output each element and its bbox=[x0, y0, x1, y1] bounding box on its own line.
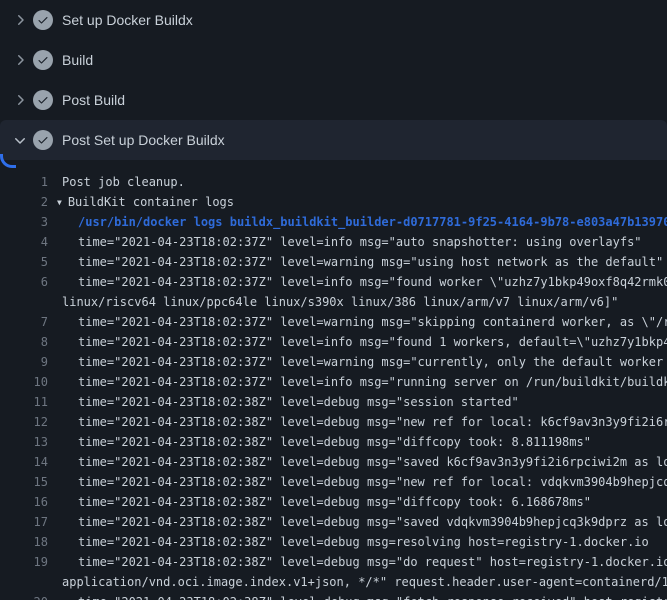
group-toggle-triangle-icon[interactable]: ▼ bbox=[57, 193, 62, 213]
log-command-text: /usr/bin/docker logs buildx_buildkit_bui… bbox=[48, 212, 667, 232]
log-group-label: BuildKit container logs bbox=[68, 195, 234, 209]
log-text: time="2021-04-23T18:02:38Z" level=debug … bbox=[48, 552, 667, 572]
log-text: time="2021-04-23T18:02:37Z" level=info m… bbox=[48, 372, 667, 392]
log-text: time="2021-04-23T18:02:38Z" level=debug … bbox=[48, 472, 667, 492]
line-number[interactable]: 15 bbox=[0, 472, 48, 492]
chevron-down-icon bbox=[12, 132, 28, 148]
log-line-continuation: linux/riscv64 linux/ppc64le linux/s390x … bbox=[0, 292, 667, 312]
log-line: 14time="2021-04-23T18:02:38Z" level=debu… bbox=[0, 452, 667, 472]
log-text: linux/riscv64 linux/ppc64le linux/s390x … bbox=[48, 292, 618, 312]
log-line: 15time="2021-04-23T18:02:38Z" level=debu… bbox=[0, 472, 667, 492]
line-number[interactable]: 10 bbox=[0, 372, 48, 392]
line-number[interactable]: 12 bbox=[0, 412, 48, 432]
line-number[interactable]: 9 bbox=[0, 352, 48, 372]
log-text: time="2021-04-23T18:02:38Z" level=debug … bbox=[48, 532, 649, 552]
log-text: time="2021-04-23T18:02:37Z" level=warnin… bbox=[48, 252, 663, 272]
step-header-post-set-up-docker-buildx[interactable]: Post Set up Docker Buildx bbox=[0, 120, 667, 160]
log-line-continuation: application/vnd.oci.image.index.v1+json,… bbox=[0, 572, 667, 592]
log-line: 3/usr/bin/docker logs buildx_buildkit_bu… bbox=[0, 212, 667, 232]
log-line: 18time="2021-04-23T18:02:38Z" level=debu… bbox=[0, 532, 667, 552]
log-line: 11time="2021-04-23T18:02:38Z" level=debu… bbox=[0, 392, 667, 412]
line-number[interactable]: 14 bbox=[0, 452, 48, 472]
log-line: 7time="2021-04-23T18:02:37Z" level=warni… bbox=[0, 312, 667, 332]
chevron-right-icon bbox=[12, 12, 28, 28]
check-circle-icon bbox=[33, 90, 53, 110]
log-line: 17time="2021-04-23T18:02:38Z" level=debu… bbox=[0, 512, 667, 532]
log-text: time="2021-04-23T18:02:38Z" level=debug … bbox=[48, 452, 667, 472]
log-text: time="2021-04-23T18:02:37Z" level=info m… bbox=[48, 332, 667, 352]
log-line: 12time="2021-04-23T18:02:38Z" level=debu… bbox=[0, 412, 667, 432]
line-number[interactable]: 4 bbox=[0, 232, 48, 252]
log-group-header[interactable]: ▼ BuildKit container logs bbox=[48, 192, 234, 212]
log-text: time="2021-04-23T18:02:37Z" level=info m… bbox=[48, 272, 667, 292]
line-number[interactable]: 2 bbox=[0, 192, 48, 212]
log-line: 9time="2021-04-23T18:02:37Z" level=warni… bbox=[0, 352, 667, 372]
log-line: 16time="2021-04-23T18:02:38Z" level=debu… bbox=[0, 492, 667, 512]
log-lines: 1Post job cleanup.2 ▼ BuildKit container l… bbox=[0, 160, 667, 600]
log-text: application/vnd.oci.image.index.v1+json,… bbox=[48, 572, 667, 592]
log-line: 20time="2021-04-23T18:02:38Z" level=debu… bbox=[0, 592, 667, 600]
line-number[interactable]: 11 bbox=[0, 392, 48, 412]
check-circle-icon bbox=[33, 130, 53, 150]
chevron-right-icon bbox=[12, 52, 28, 68]
log-text: Post job cleanup. bbox=[48, 172, 185, 192]
step-header-build[interactable]: Build bbox=[0, 40, 667, 80]
line-number bbox=[0, 572, 48, 592]
log-text: time="2021-04-23T18:02:38Z" level=debug … bbox=[48, 592, 667, 600]
log-text: time="2021-04-23T18:02:37Z" level=warnin… bbox=[48, 312, 667, 332]
line-number[interactable]: 1 bbox=[0, 172, 48, 192]
step-header-post-build[interactable]: Post Build bbox=[0, 80, 667, 120]
line-number[interactable]: 16 bbox=[0, 492, 48, 512]
log-text: time="2021-04-23T18:02:37Z" level=warnin… bbox=[48, 352, 667, 372]
line-number[interactable]: 20 bbox=[0, 592, 48, 600]
line-number bbox=[0, 292, 48, 312]
line-number[interactable]: 17 bbox=[0, 512, 48, 532]
log-text: time="2021-04-23T18:02:38Z" level=debug … bbox=[48, 412, 667, 432]
step-label: Post Build bbox=[62, 92, 125, 108]
log-line: 6time="2021-04-23T18:02:37Z" level=info … bbox=[0, 272, 667, 292]
check-circle-icon bbox=[33, 10, 53, 30]
line-number[interactable]: 8 bbox=[0, 332, 48, 352]
log-text: time="2021-04-23T18:02:38Z" level=debug … bbox=[48, 392, 519, 412]
line-number[interactable]: 7 bbox=[0, 312, 48, 332]
line-number[interactable]: 6 bbox=[0, 272, 48, 292]
log-text: time="2021-04-23T18:02:38Z" level=debug … bbox=[48, 432, 591, 452]
log-text: time="2021-04-23T18:02:37Z" level=info m… bbox=[48, 232, 642, 252]
line-number[interactable]: 5 bbox=[0, 252, 48, 272]
step-header-set-up-docker-buildx[interactable]: Set up Docker Buildx bbox=[0, 0, 667, 40]
line-number[interactable]: 19 bbox=[0, 552, 48, 572]
step-label: Set up Docker Buildx bbox=[62, 12, 193, 28]
log-line: 10time="2021-04-23T18:02:37Z" level=info… bbox=[0, 372, 667, 392]
log-line: 13time="2021-04-23T18:02:38Z" level=debu… bbox=[0, 432, 667, 452]
line-number[interactable]: 13 bbox=[0, 432, 48, 452]
line-number[interactable]: 3 bbox=[0, 212, 48, 232]
step-label: Post Set up Docker Buildx bbox=[62, 132, 225, 148]
log-text: time="2021-04-23T18:02:38Z" level=debug … bbox=[48, 512, 667, 532]
check-circle-icon bbox=[33, 50, 53, 70]
chevron-right-icon bbox=[12, 92, 28, 108]
log-line: 19time="2021-04-23T18:02:38Z" level=debu… bbox=[0, 552, 667, 572]
log-line: 5time="2021-04-23T18:02:37Z" level=warni… bbox=[0, 252, 667, 272]
log-line: 8time="2021-04-23T18:02:37Z" level=info … bbox=[0, 332, 667, 352]
log-line: 4time="2021-04-23T18:02:37Z" level=info … bbox=[0, 232, 667, 252]
log-line: 2 ▼ BuildKit container logs bbox=[0, 192, 667, 212]
line-number[interactable]: 18 bbox=[0, 532, 48, 552]
step-label: Build bbox=[62, 52, 93, 68]
steps-list: Set up Docker Buildx Build Post Build Po… bbox=[0, 0, 667, 160]
log-line: 1Post job cleanup. bbox=[0, 172, 667, 192]
log-text: time="2021-04-23T18:02:38Z" level=debug … bbox=[48, 492, 591, 512]
